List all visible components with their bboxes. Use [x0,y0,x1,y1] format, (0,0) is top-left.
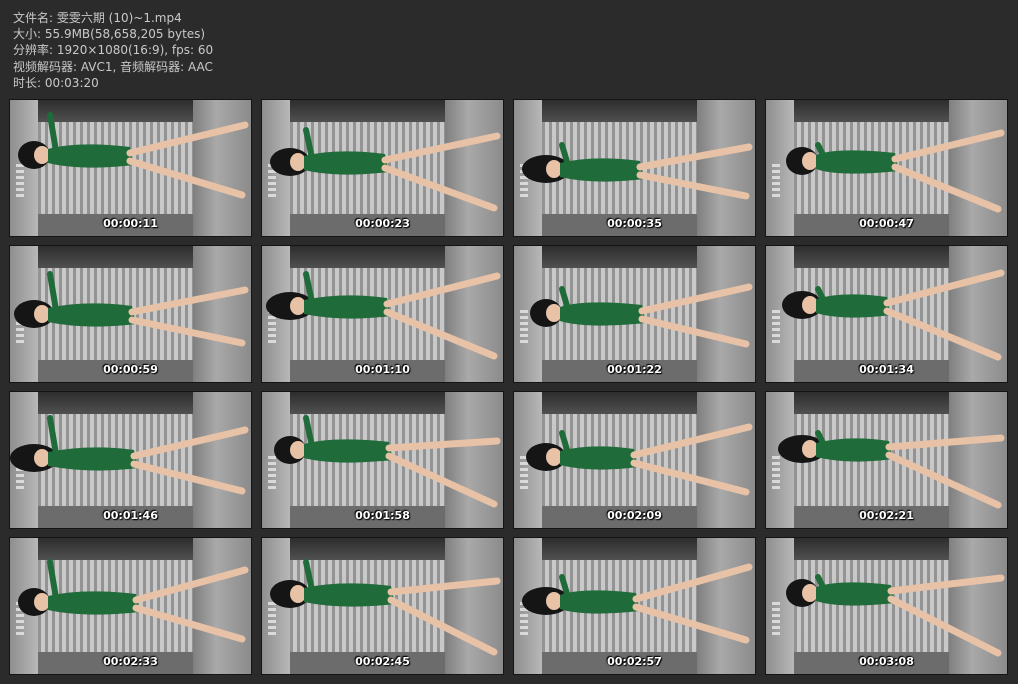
thumbnail-frame[interactable]: 00:01:22 [513,245,756,383]
thumbnail-frame[interactable]: 00:02:57 [513,537,756,675]
thumbnail-timestamp: 00:02:45 [355,655,410,668]
thumbnail-timestamp: 00:00:23 [355,217,410,230]
thumbnail-timestamp: 00:01:22 [607,363,662,376]
thumbnail-timestamp: 00:01:46 [103,509,158,522]
thumbnail-frame[interactable]: 00:02:45 [261,537,504,675]
info-size: 大小: 55.9MB(58,658,205 bytes) [13,27,206,42]
thumbnail-timestamp: 00:00:11 [103,217,158,230]
thumbnail-timestamp: 00:01:34 [859,363,914,376]
thumbnail-timestamp: 00:00:47 [859,217,914,230]
thumbnail-frame[interactable]: 00:01:34 [765,245,1008,383]
thumbnail-frame[interactable]: 00:01:58 [261,391,504,529]
thumbnail-frame[interactable]: 00:00:47 [765,99,1008,237]
thumbnail-frame[interactable]: 00:00:11 [9,99,252,237]
info-duration: 时长: 00:03:20 [13,75,99,90]
thumbnail-timestamp: 00:01:10 [355,363,410,376]
video-info-panel: 文件名: 雯雯六期 (10)~1.mp4 大小: 55.9MB(58,658,2… [13,10,213,91]
thumbnail-timestamp: 00:02:21 [859,509,914,522]
thumbnail-timestamp: 00:00:35 [607,217,662,230]
thumbnail-timestamp: 00:01:58 [355,509,410,522]
thumbnail-frame[interactable]: 00:01:46 [9,391,252,529]
thumbnail-frame[interactable]: 00:03:08 [765,537,1008,675]
thumbnail-timestamp: 00:03:08 [859,655,914,668]
thumbnail-frame[interactable]: 00:00:23 [261,99,504,237]
thumbnail-timestamp: 00:02:09 [607,509,662,522]
info-codec: 视频解码器: AVC1, 音频解码器: AAC [13,59,213,74]
info-filename: 文件名: 雯雯六期 (10)~1.mp4 [13,11,182,25]
thumbnail-frame[interactable]: 00:02:33 [9,537,252,675]
thumbnail-frame[interactable]: 00:01:10 [261,245,504,383]
thumbnail-grid: 00:00:11 00:00:23 00:00:35 00:00:47 00:0… [9,99,1009,681]
thumbnail-timestamp: 00:02:33 [103,655,158,668]
thumbnail-frame[interactable]: 00:02:21 [765,391,1008,529]
thumbnail-frame[interactable]: 00:00:59 [9,245,252,383]
thumbnail-timestamp: 00:02:57 [607,655,662,668]
thumbnail-timestamp: 00:00:59 [103,363,158,376]
info-resolution: 分辨率: 1920×1080(16:9), fps: 60 [13,43,214,58]
thumbnail-frame[interactable]: 00:02:09 [513,391,756,529]
thumbnail-frame[interactable]: 00:00:35 [513,99,756,237]
